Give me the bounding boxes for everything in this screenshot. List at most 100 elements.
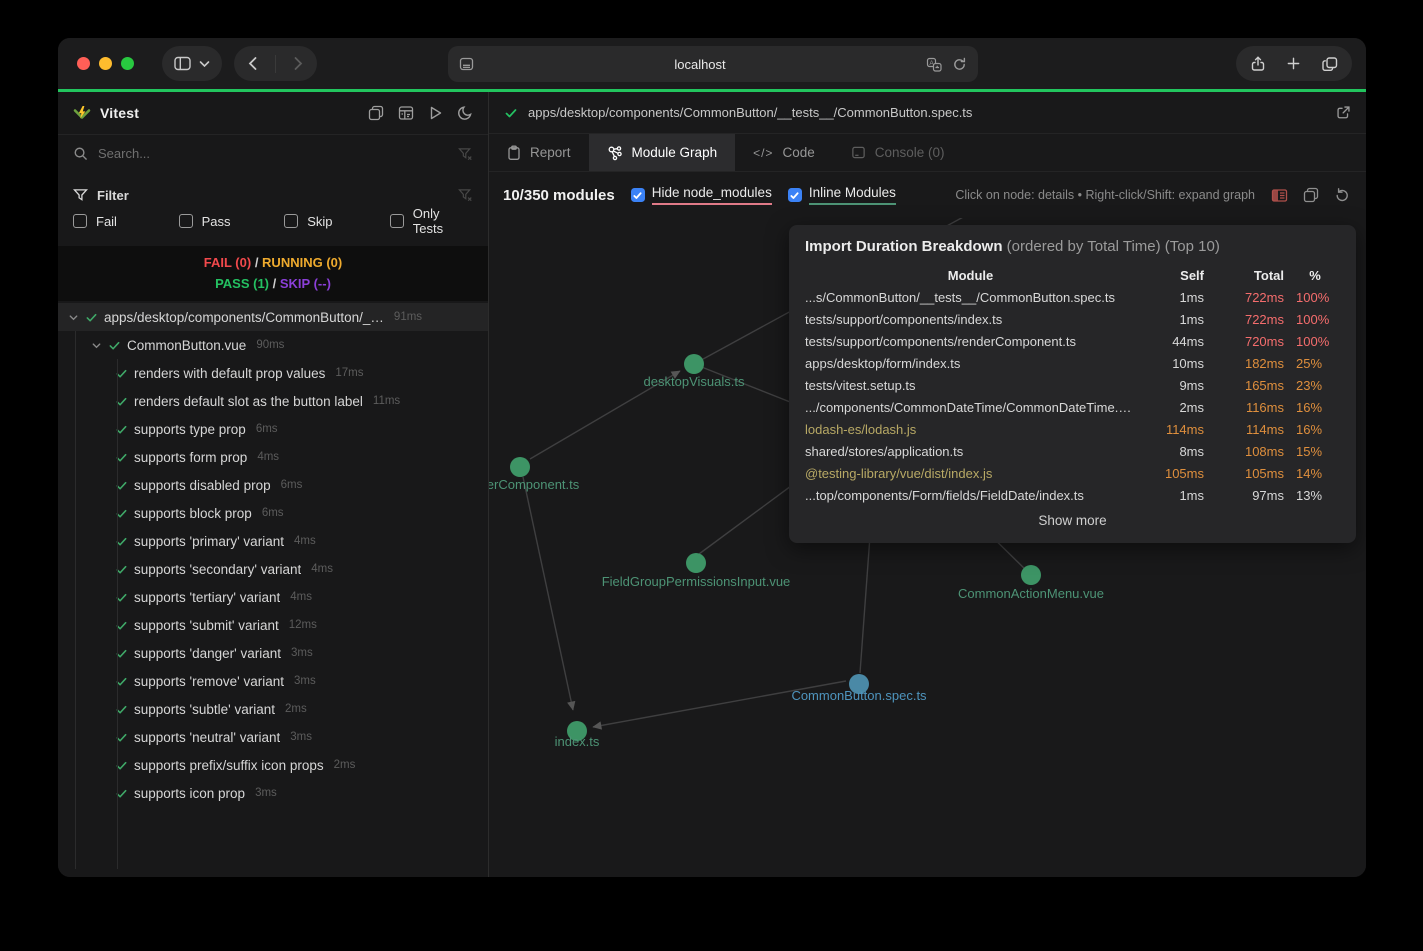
url-text[interactable]: localhost xyxy=(474,57,926,72)
tab-overview-icon[interactable] xyxy=(1321,56,1338,72)
pass-count: PASS (1) xyxy=(215,276,269,291)
filter-option-fail[interactable]: Fail xyxy=(73,214,179,229)
search-input[interactable] xyxy=(98,146,448,161)
file-time: 91ms xyxy=(394,311,422,323)
breakdown-row[interactable]: ...top/components/Form/fields/FieldDate/… xyxy=(805,484,1340,506)
pass-check-icon xyxy=(85,311,98,324)
module-graph-icon xyxy=(607,145,623,161)
breakdown-row[interactable]: @testing-library/vue/dist/index.js105ms1… xyxy=(805,462,1340,484)
translate-icon[interactable]: A xyxy=(926,57,942,72)
test-row[interactable]: supports disabled prop6ms xyxy=(58,471,488,499)
chevron-down-icon[interactable] xyxy=(68,312,79,323)
node-label: desktopVisuals.ts xyxy=(644,374,745,389)
main-panel: apps/desktop/components/CommonButton/__t… xyxy=(489,92,1366,877)
pass-check-icon xyxy=(504,106,518,120)
hide-node-modules-toggle[interactable]: Hide node_modules xyxy=(631,185,772,205)
graph-hint: Click on node: details • Right-click/Shi… xyxy=(955,188,1255,202)
breakdown-row[interactable]: tests/support/components/index.ts1ms722m… xyxy=(805,308,1340,330)
back-button[interactable] xyxy=(247,56,259,71)
node-rendercomponent[interactable] xyxy=(510,457,530,477)
test-row[interactable]: supports prefix/suffix icon props2ms xyxy=(58,751,488,779)
sidebar-toggle-button[interactable] xyxy=(162,46,222,81)
suite-time: 90ms xyxy=(256,339,284,351)
breakdown-row[interactable]: .../components/CommonDateTime/CommonDate… xyxy=(805,396,1340,418)
module-count: 10/350 modules xyxy=(503,187,615,204)
pass-checkbox[interactable] xyxy=(179,214,193,228)
checked-checkbox-icon[interactable] xyxy=(788,188,802,202)
node-label: FieldGroupPermissionsInput.vue xyxy=(602,574,791,589)
zoom-window-button[interactable] xyxy=(121,57,134,70)
graph-toolbar: 10/350 modules Hide node_modules Inline … xyxy=(489,172,1366,218)
test-row[interactable]: supports block prop6ms xyxy=(58,499,488,527)
graph-legend-icon[interactable] xyxy=(1271,188,1288,203)
minimize-window-button[interactable] xyxy=(99,57,112,70)
test-row[interactable]: supports 'subtle' variant2ms xyxy=(58,695,488,723)
tab-console[interactable]: Console (0) xyxy=(833,134,963,171)
tab-module-graph[interactable]: Module Graph xyxy=(589,134,736,171)
collapse-panels-icon[interactable] xyxy=(368,105,384,121)
test-row[interactable]: supports form prop4ms xyxy=(58,443,488,471)
reload-icon[interactable] xyxy=(952,57,967,72)
reader-mode-icon[interactable] xyxy=(459,57,474,71)
tab-report[interactable]: Report xyxy=(489,134,589,171)
close-window-button[interactable] xyxy=(77,57,90,70)
run-all-icon[interactable] xyxy=(428,105,443,121)
test-suite-row[interactable]: CommonButton.vue 90ms xyxy=(58,331,488,359)
inline-modules-toggle[interactable]: Inline Modules xyxy=(788,185,896,205)
app-title: Vitest xyxy=(100,105,139,121)
test-row[interactable]: supports 'remove' variant3ms xyxy=(58,667,488,695)
tab-code[interactable]: </> Code xyxy=(735,134,833,171)
dashboard-icon[interactable] xyxy=(398,105,414,121)
test-row[interactable]: supports 'danger' variant3ms xyxy=(58,639,488,667)
checked-checkbox-icon[interactable] xyxy=(631,188,645,202)
new-tab-icon[interactable] xyxy=(1286,56,1301,71)
traffic-lights xyxy=(77,57,134,70)
test-row[interactable]: supports type prop6ms xyxy=(58,415,488,443)
test-row[interactable]: supports icon prop3ms xyxy=(58,779,488,807)
test-row[interactable]: supports 'neutral' variant3ms xyxy=(58,723,488,751)
breakdown-row[interactable]: tests/support/components/renderComponent… xyxy=(805,330,1340,352)
breakdown-row[interactable]: shared/stores/application.ts8ms108ms15% xyxy=(805,440,1340,462)
search-bar xyxy=(58,134,488,172)
node-desktopvisuals[interactable] xyxy=(684,354,704,374)
only-tests-checkbox[interactable] xyxy=(390,214,404,228)
test-row[interactable]: supports 'secondary' variant4ms xyxy=(58,555,488,583)
clear-filter-icon[interactable] xyxy=(458,188,473,202)
show-more-button[interactable]: Show more xyxy=(805,513,1340,528)
panel-title: Import Duration Breakdown (ordered by To… xyxy=(805,238,1340,255)
open-external-icon[interactable] xyxy=(1336,105,1351,120)
chrome-right-buttons xyxy=(1236,46,1352,81)
running-count: RUNNING (0) xyxy=(262,255,342,270)
reset-graph-icon[interactable] xyxy=(1334,187,1350,203)
test-tree: apps/desktop/components/CommonButton/_… … xyxy=(58,303,488,877)
node-label: CommonActionMenu.vue xyxy=(958,586,1104,601)
test-row[interactable]: supports 'primary' variant4ms xyxy=(58,527,488,555)
share-icon[interactable] xyxy=(1250,55,1266,72)
breakdown-row[interactable]: tests/vitest.setup.ts9ms165ms23% xyxy=(805,374,1340,396)
address-bar[interactable]: localhost A xyxy=(448,46,978,82)
test-row[interactable]: renders default slot as the button label… xyxy=(58,387,488,415)
breakdown-row[interactable]: ...s/CommonButton/__tests__/CommonButton… xyxy=(805,286,1340,308)
clear-search-filter-icon[interactable] xyxy=(458,147,473,161)
test-row[interactable]: supports 'submit' variant12ms xyxy=(58,611,488,639)
breakdown-row[interactable]: lodash-es/lodash.js114ms114ms16% xyxy=(805,418,1340,440)
fail-checkbox[interactable] xyxy=(73,214,87,228)
breakdown-row[interactable]: apps/desktop/form/index.ts10ms182ms25% xyxy=(805,352,1340,374)
test-row[interactable]: renders with default prop values17ms xyxy=(58,359,488,387)
test-row[interactable]: supports 'tertiary' variant4ms xyxy=(58,583,488,611)
test-file-row[interactable]: apps/desktop/components/CommonButton/_… … xyxy=(58,303,488,331)
forward-button[interactable] xyxy=(292,56,304,71)
filter-section-header: Filter xyxy=(58,182,488,208)
filter-option-skip[interactable]: Skip xyxy=(284,214,390,229)
filter-option-only-tests[interactable]: Only Tests xyxy=(390,206,473,236)
node-commonactionmenu[interactable] xyxy=(1021,565,1041,585)
nav-divider xyxy=(275,55,276,73)
export-graph-icon[interactable] xyxy=(1303,187,1319,203)
node-fieldgrouppermissionsinput[interactable] xyxy=(686,553,706,573)
sidebar-header: Vitest xyxy=(58,92,488,134)
dark-mode-icon[interactable] xyxy=(457,105,473,121)
sidebar-icon xyxy=(174,56,191,71)
filter-option-pass[interactable]: Pass xyxy=(179,214,285,229)
chevron-down-icon[interactable] xyxy=(91,340,102,351)
skip-checkbox[interactable] xyxy=(284,214,298,228)
